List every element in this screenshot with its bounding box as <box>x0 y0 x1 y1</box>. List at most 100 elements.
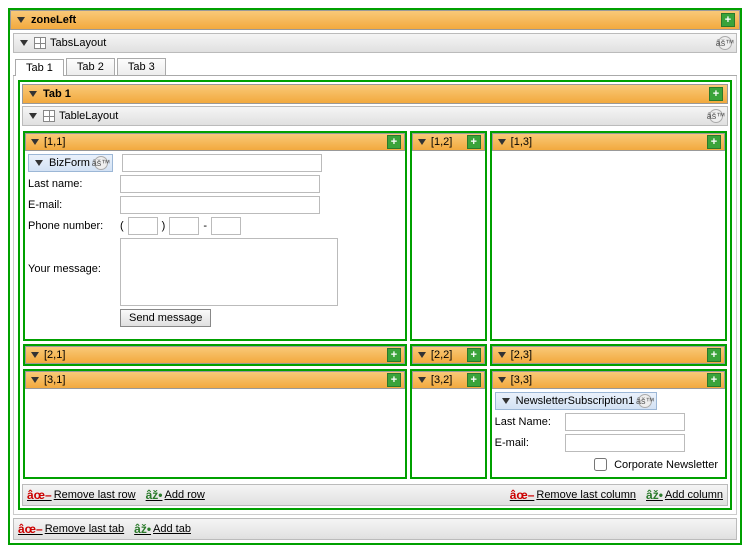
nl-checkbox-label: Corporate Newsletter <box>614 459 718 471</box>
cell-label: [1,1] <box>44 136 384 148</box>
phone-paren-l: ( <box>120 220 124 232</box>
email-label: E-mail: <box>28 199 116 211</box>
chevron-down-icon[interactable] <box>35 160 43 166</box>
add-row-link[interactable]: âž• Add row <box>146 488 205 502</box>
chevron-down-icon[interactable] <box>418 352 426 358</box>
cell-3-1: [3,1] <box>23 369 407 479</box>
grid-actions-bar: âœ– Remove last row âž• Add row âœ– Remo… <box>22 484 728 506</box>
remove-last-row-link[interactable]: âœ– Remove last row <box>27 488 136 502</box>
cell-add-button[interactable] <box>387 135 401 149</box>
cell-1-2: [1,2] <box>410 131 487 341</box>
cell-add-button[interactable] <box>707 373 721 387</box>
subscribe-button[interactable]: Subscribe <box>651 477 718 479</box>
gear-icon[interactable] <box>638 394 652 408</box>
plus-icon: âž• <box>646 488 663 502</box>
tabpane-add-button[interactable] <box>709 87 723 101</box>
tablelayout-header: TableLayout <box>22 106 728 126</box>
chevron-down-icon[interactable] <box>502 398 510 404</box>
zone-header: zoneLeft <box>10 10 740 30</box>
cell-label: [3,2] <box>431 374 464 386</box>
chevron-down-icon[interactable] <box>29 91 37 97</box>
chevron-down-icon[interactable] <box>498 352 506 358</box>
tabslayout-title: TabsLayout <box>50 37 106 49</box>
nl-email-input[interactable] <box>565 434 685 452</box>
cell-add-button[interactable] <box>707 348 721 362</box>
phone-exch-input[interactable] <box>169 217 199 235</box>
cell-3-2: [3,2] <box>410 369 487 479</box>
cell-header: [2,2] <box>412 346 485 364</box>
cell-add-button[interactable] <box>387 348 401 362</box>
remove-last-tab-link[interactable]: âœ– Remove last tab <box>18 522 124 536</box>
chevron-down-icon[interactable] <box>418 139 426 145</box>
cell-header: [1,2] <box>412 133 485 151</box>
nl-lastname-input[interactable] <box>565 413 685 431</box>
chevron-down-icon[interactable] <box>498 377 506 383</box>
cell-add-button[interactable] <box>467 373 481 387</box>
tab-1[interactable]: Tab 1 <box>15 59 64 76</box>
cell-add-button[interactable] <box>467 135 481 149</box>
chevron-down-icon[interactable] <box>20 40 28 46</box>
cell-1-3: [1,3] <box>490 131 727 341</box>
add-col-label: Add column <box>665 489 723 501</box>
cell-add-button[interactable] <box>387 373 401 387</box>
chevron-down-icon[interactable] <box>31 352 39 358</box>
phone-label: Phone number: <box>28 220 116 232</box>
send-message-button[interactable]: Send message <box>120 309 211 327</box>
chevron-down-icon[interactable] <box>31 377 39 383</box>
lastname-input[interactable] <box>120 175 320 193</box>
cell-add-button[interactable] <box>707 135 721 149</box>
bizform-title: BizForm <box>49 157 90 169</box>
bizform-webpart[interactable]: BizForm <box>28 154 113 172</box>
cell-header: [1,3] <box>492 133 725 151</box>
tab-actions-bar: âœ– Remove last tab âž• Add tab <box>13 518 737 540</box>
cell-header: [2,3] <box>492 346 725 364</box>
phone-num-input[interactable] <box>211 217 241 235</box>
cell-label: [3,1] <box>44 374 384 386</box>
cell-add-button[interactable] <box>467 348 481 362</box>
chevron-down-icon[interactable] <box>498 139 506 145</box>
nl-email-label: E-mail: <box>495 437 561 449</box>
cell-label: [2,1] <box>44 349 384 361</box>
cell-header: [3,1] <box>25 371 405 389</box>
cell-label: [1,2] <box>431 136 464 148</box>
cell-header: [1,1] <box>25 133 405 151</box>
email-input[interactable] <box>120 196 320 214</box>
tab-2[interactable]: Tab 2 <box>66 58 115 75</box>
tabpane-title: Tab 1 <box>43 88 71 100</box>
cell-header: [3,3] <box>492 371 725 389</box>
x-icon: âœ– <box>27 488 52 502</box>
phone-area-input[interactable] <box>128 217 158 235</box>
zone-title: zoneLeft <box>31 14 76 26</box>
cell-label: [3,3] <box>511 374 704 386</box>
remove-row-label: Remove last row <box>54 489 136 501</box>
layout-grid: [1,1] BizForm <box>20 128 730 482</box>
page-root: zoneLeft TabsLayout Tab 1 Tab 2 Tab 3 Ta… <box>8 8 742 545</box>
chevron-down-icon[interactable] <box>31 139 39 145</box>
tab-pane-green: Tab 1 TableLayout <box>18 80 732 510</box>
add-tab-label: Add tab <box>153 523 191 535</box>
gear-icon[interactable] <box>718 36 732 50</box>
newsletter-webpart[interactable]: NewsletterSubscription1 <box>495 392 658 410</box>
message-label: Your message: <box>28 238 116 275</box>
nl-corporate-checkbox[interactable] <box>594 458 607 471</box>
tablelayout-title: TableLayout <box>59 110 118 122</box>
tab-3[interactable]: Tab 3 <box>117 58 166 75</box>
add-column-link[interactable]: âž• Add column <box>646 488 723 502</box>
zone-add-button[interactable] <box>721 13 735 27</box>
remove-col-label: Remove last column <box>536 489 636 501</box>
chevron-down-icon[interactable] <box>29 113 37 119</box>
add-tab-link[interactable]: âž• Add tab <box>134 522 191 536</box>
add-row-label: Add row <box>164 489 204 501</box>
chevron-down-icon[interactable] <box>17 17 25 23</box>
gear-icon[interactable] <box>709 109 723 123</box>
cell-label: [1,3] <box>511 136 704 148</box>
bizform-firstname-input[interactable] <box>122 154 322 172</box>
chevron-down-icon[interactable] <box>418 377 426 383</box>
gear-icon[interactable] <box>94 156 108 170</box>
nl-lastname-label: Last Name: <box>495 416 561 428</box>
cell-2-2: [2,2] <box>410 344 487 366</box>
message-input[interactable] <box>120 238 338 306</box>
plus-icon: âž• <box>134 522 151 536</box>
cell-2-1: [2,1] <box>23 344 407 366</box>
remove-last-column-link[interactable]: âœ– Remove last column <box>510 488 636 502</box>
